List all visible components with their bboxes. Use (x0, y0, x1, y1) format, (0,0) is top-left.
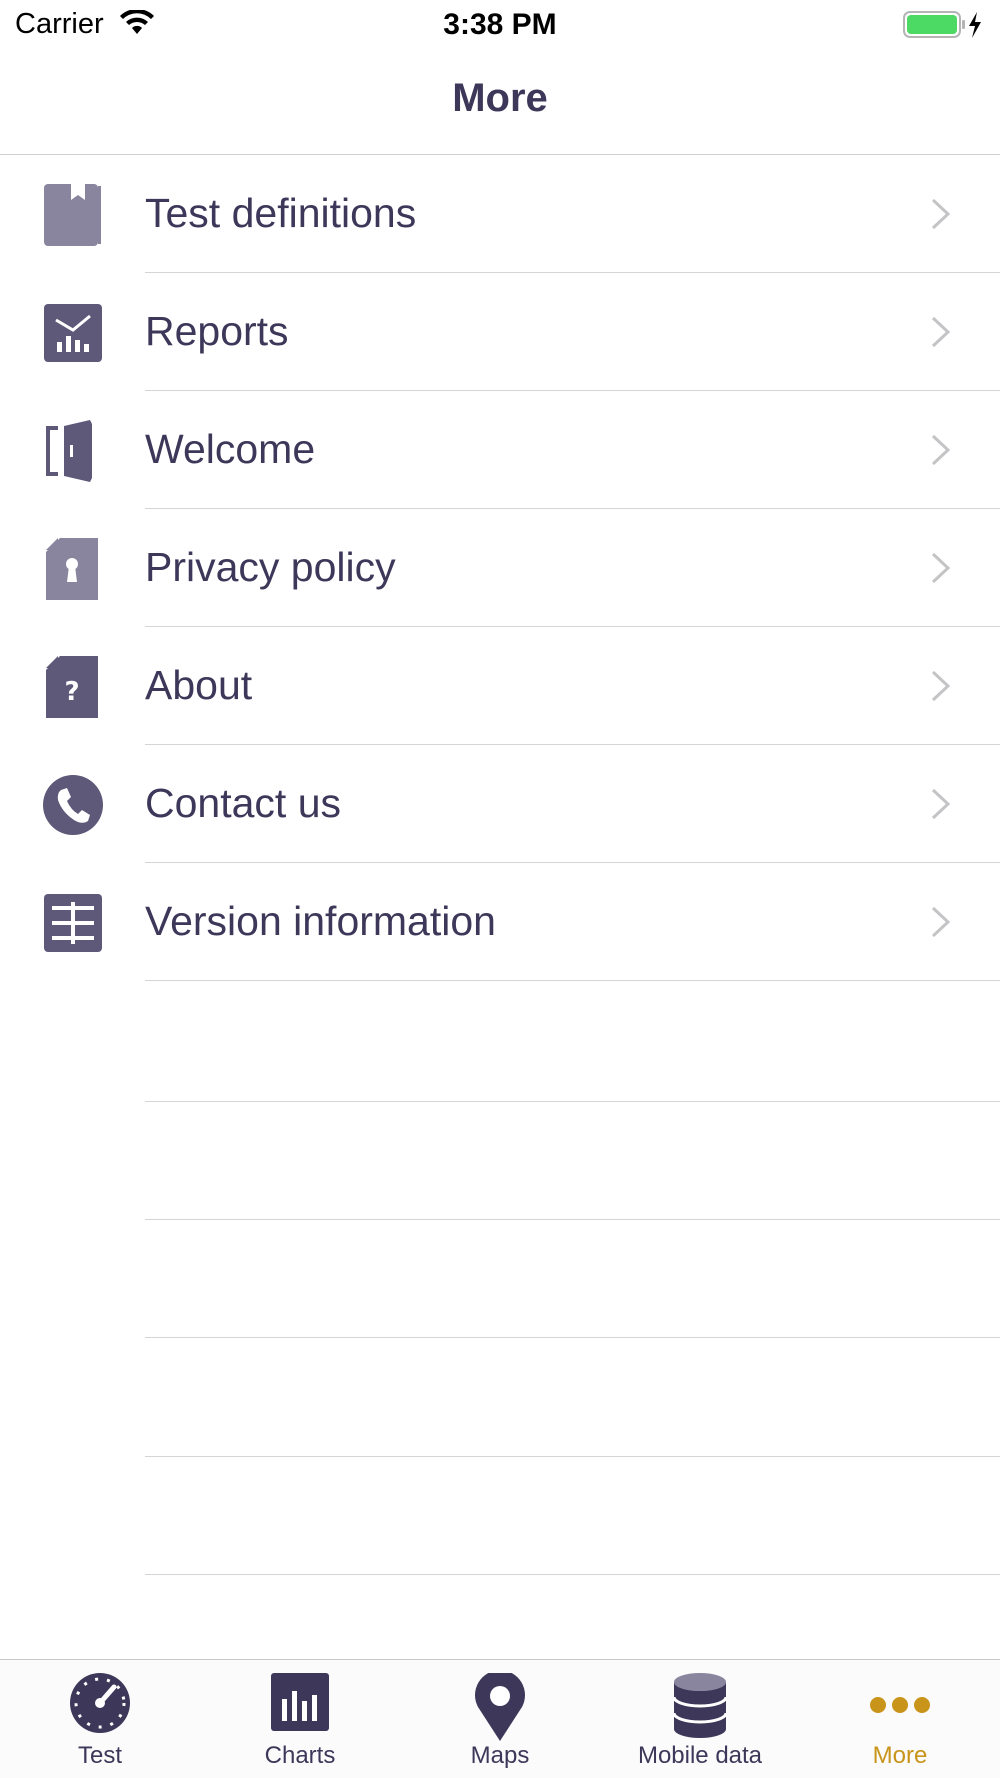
tab-label: More (872, 1742, 928, 1769)
tab-more[interactable]: More (800, 1660, 1000, 1778)
door-icon (42, 420, 104, 482)
row-divider (145, 1337, 1000, 1338)
row-divider (145, 1574, 1000, 1575)
bar-chart-icon (266, 1673, 334, 1741)
tab-label: Mobile data (637, 1742, 763, 1769)
chevron-right-icon (930, 551, 952, 590)
menu-item-about[interactable]: ? About (0, 627, 1000, 745)
chevron-right-icon (930, 905, 952, 944)
menu-item-label: Version information (145, 898, 496, 944)
map-pin-icon (466, 1670, 534, 1741)
menu-item-version-information[interactable]: Version information (0, 863, 1000, 981)
phone-icon (42, 774, 104, 836)
menu-item-label: About (145, 662, 253, 708)
tab-label: Maps (470, 1742, 530, 1769)
more-menu-list: Test definitions Reports Welcome Privacy… (0, 155, 1000, 981)
battery-icon (903, 10, 983, 45)
more-dots-icon (866, 1673, 934, 1741)
tab-charts[interactable]: Charts (200, 1660, 400, 1778)
status-bar: Carrier 3:38 PM (0, 0, 1000, 50)
menu-item-label: Test definitions (145, 190, 417, 236)
chevron-right-icon (930, 787, 952, 826)
chevron-right-icon (930, 315, 952, 354)
row-divider (145, 980, 1000, 981)
tab-maps[interactable]: Maps (400, 1660, 600, 1778)
tab-bar: Test Charts Maps Mobile data More (0, 1659, 1000, 1778)
book-icon (42, 184, 104, 246)
chevron-right-icon (930, 433, 952, 472)
clock: 3:38 PM (443, 8, 557, 41)
menu-item-test-definitions[interactable]: Test definitions (0, 155, 1000, 273)
document-lock-icon (42, 538, 104, 600)
menu-item-label: Welcome (145, 426, 316, 472)
report-chart-icon (42, 302, 104, 364)
database-icon (666, 1673, 734, 1741)
table-icon (42, 892, 104, 954)
tab-label: Test (77, 1742, 122, 1769)
row-divider (145, 1456, 1000, 1457)
row-divider (145, 1219, 1000, 1220)
menu-item-label: Reports (145, 308, 289, 354)
document-question-icon: ? (42, 656, 104, 718)
tab-label: Charts (264, 1742, 336, 1769)
menu-item-contact-us[interactable]: Contact us (0, 745, 1000, 863)
menu-item-label: Contact us (145, 780, 341, 826)
row-divider (145, 1101, 1000, 1102)
menu-item-label: Privacy policy (145, 544, 396, 590)
menu-item-reports[interactable]: Reports (0, 273, 1000, 391)
svg-text:?: ? (64, 677, 79, 707)
page-title: More (452, 76, 548, 120)
chevron-right-icon (930, 197, 952, 236)
tab-mobile-data[interactable]: Mobile data (600, 1660, 800, 1778)
menu-item-welcome[interactable]: Welcome (0, 391, 1000, 509)
speedometer-icon (66, 1673, 134, 1741)
chevron-right-icon (930, 669, 952, 708)
tab-test[interactable]: Test (0, 1660, 200, 1778)
menu-item-privacy-policy[interactable]: Privacy policy (0, 509, 1000, 627)
